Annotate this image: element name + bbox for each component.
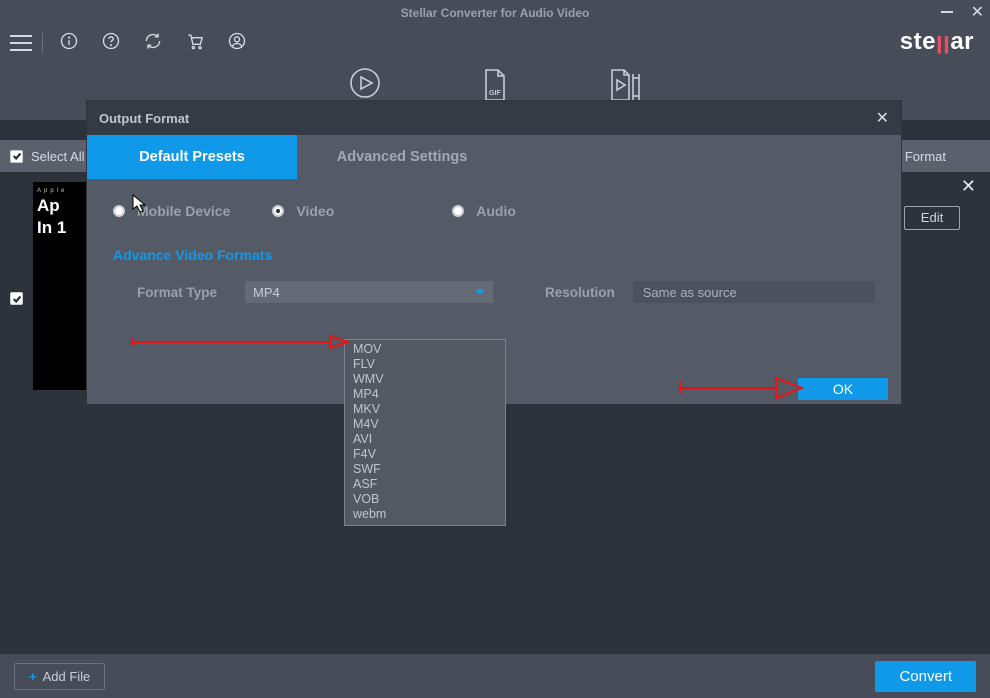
edit-button[interactable]: Edit	[904, 206, 960, 230]
file-thumbnail[interactable]: Apple Ap In 1	[33, 182, 89, 390]
format-option[interactable]: ASF	[345, 477, 505, 492]
radio-mobile-label: Mobile Device	[137, 203, 230, 219]
select-all-checkbox[interactable]	[10, 150, 23, 163]
add-file-label: Add File	[43, 669, 91, 684]
divider	[42, 33, 43, 53]
dialog-title: Output Format	[99, 111, 189, 126]
close-button[interactable]: ✕	[971, 5, 984, 21]
section-title: Advance Video Formats	[87, 219, 901, 263]
select-all-label: Select All	[31, 149, 84, 164]
list-close-icon[interactable]: ✕	[961, 176, 976, 197]
tab-media-tools[interactable]	[605, 66, 645, 104]
convert-button[interactable]: Convert	[875, 661, 976, 692]
format-option[interactable]: VOB	[345, 492, 505, 507]
window-title: Stellar Converter for Audio Video	[401, 6, 590, 20]
radio-mobile-device[interactable]: Mobile Device	[113, 203, 230, 219]
format-option[interactable]: AVI	[345, 432, 505, 447]
resolution-select[interactable]: Same as source	[633, 281, 875, 303]
top-toolbar: stellar	[0, 26, 990, 60]
thumb-brand: Apple	[37, 188, 85, 194]
chevron-down-icon	[475, 289, 485, 295]
menu-icon[interactable]	[10, 35, 32, 51]
resolution-value: Same as source	[643, 285, 737, 300]
format-row: Format Type MP4 Resolution Same as sourc…	[87, 263, 901, 303]
tab-convert[interactable]	[345, 66, 385, 100]
dialog-titlebar: Output Format ✕	[87, 101, 901, 135]
format-option[interactable]: webm	[345, 507, 505, 522]
refresh-icon[interactable]	[143, 31, 163, 56]
bottom-bar: + Add File Convert	[0, 654, 990, 698]
resolution-label: Resolution	[545, 285, 615, 300]
cart-icon[interactable]	[185, 31, 205, 56]
add-file-button[interactable]: + Add File	[14, 663, 105, 690]
format-type-value: MP4	[253, 285, 280, 300]
format-type-select[interactable]: MP4	[245, 281, 493, 303]
format-option[interactable]: SWF	[345, 462, 505, 477]
brand-logo: stellar	[900, 28, 974, 56]
radio-audio-label: Audio	[476, 203, 516, 219]
file-item: Apple Ap In 1	[10, 182, 89, 390]
thumb-title-line1: Ap	[37, 196, 85, 216]
tab-gif[interactable]: GIF	[475, 66, 515, 104]
plus-icon: +	[29, 669, 37, 684]
dialog-close-icon[interactable]: ✕	[876, 108, 889, 128]
format-option[interactable]: MKV	[345, 402, 505, 417]
dialog-tabs: Default Presets Advanced Settings	[87, 135, 901, 179]
thumb-title-line2: In 1	[37, 218, 85, 238]
info-icon[interactable]	[59, 31, 79, 56]
tab-default-presets[interactable]: Default Presets	[87, 135, 297, 179]
minimize-button[interactable]	[941, 5, 953, 21]
format-option[interactable]: F4V	[345, 447, 505, 462]
tab-advanced-settings[interactable]: Advanced Settings	[297, 135, 507, 179]
user-icon[interactable]	[227, 31, 247, 56]
file-item-checkbox[interactable]	[10, 292, 23, 305]
help-icon[interactable]	[101, 31, 121, 56]
ok-button[interactable]: OK	[798, 378, 888, 400]
category-radios: Mobile Device Video Audio	[87, 179, 901, 219]
format-option[interactable]: FLV	[345, 357, 505, 372]
radio-video[interactable]: Video	[272, 203, 334, 219]
format-type-label: Format Type	[137, 285, 227, 300]
svg-text:GIF: GIF	[489, 90, 501, 97]
format-type-dropdown[interactable]: MOV FLV WMV MP4 MKV M4V AVI F4V SWF ASF …	[344, 339, 506, 526]
format-option[interactable]: MP4	[345, 387, 505, 402]
title-bar: Stellar Converter for Audio Video ✕	[0, 0, 990, 26]
radio-audio[interactable]: Audio	[452, 203, 516, 219]
format-option[interactable]: M4V	[345, 417, 505, 432]
format-option[interactable]: WMV	[345, 372, 505, 387]
format-option[interactable]: MOV	[345, 342, 505, 357]
radio-video-label: Video	[296, 203, 334, 219]
